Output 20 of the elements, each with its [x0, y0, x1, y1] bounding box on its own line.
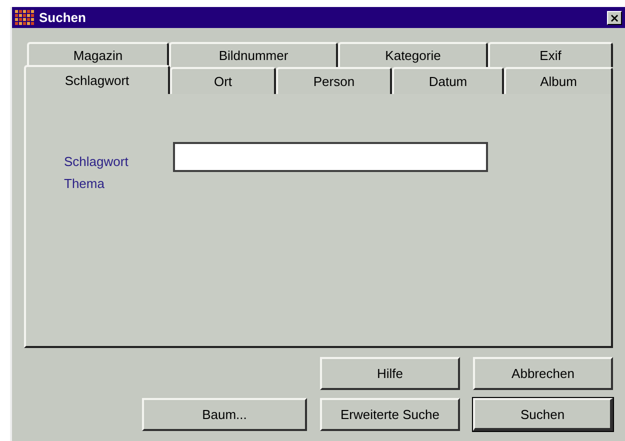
field-label: Thema [64, 176, 106, 190]
tab[interactable]: Bildnummer [169, 42, 338, 67]
dialog-button[interactable]: Hilfe [320, 357, 460, 390]
tab[interactable]: Kategorie [338, 42, 488, 67]
app-icon [14, 9, 36, 26]
dialog-button[interactable]: Baum... [142, 398, 307, 431]
tab[interactable]: Datum [392, 67, 504, 94]
field-label: Schlagwort [64, 154, 130, 168]
dialog-button[interactable]: Abbrechen [473, 357, 613, 390]
dialog-button[interactable]: Erweiterte Suche [320, 398, 460, 431]
window-title: Suchen [39, 10, 87, 25]
tab[interactable]: Ort [170, 67, 276, 94]
tab[interactable]: Exif [488, 42, 613, 67]
close-button[interactable]: × [607, 10, 622, 24]
tab[interactable]: Person [276, 67, 392, 94]
tab[interactable]: Magazin [27, 42, 169, 67]
tab[interactable]: Schlagwort [24, 65, 170, 94]
dialog-button[interactable]: Suchen [473, 398, 613, 431]
input-field[interactable] [173, 142, 488, 172]
tab[interactable]: Album [504, 67, 613, 94]
